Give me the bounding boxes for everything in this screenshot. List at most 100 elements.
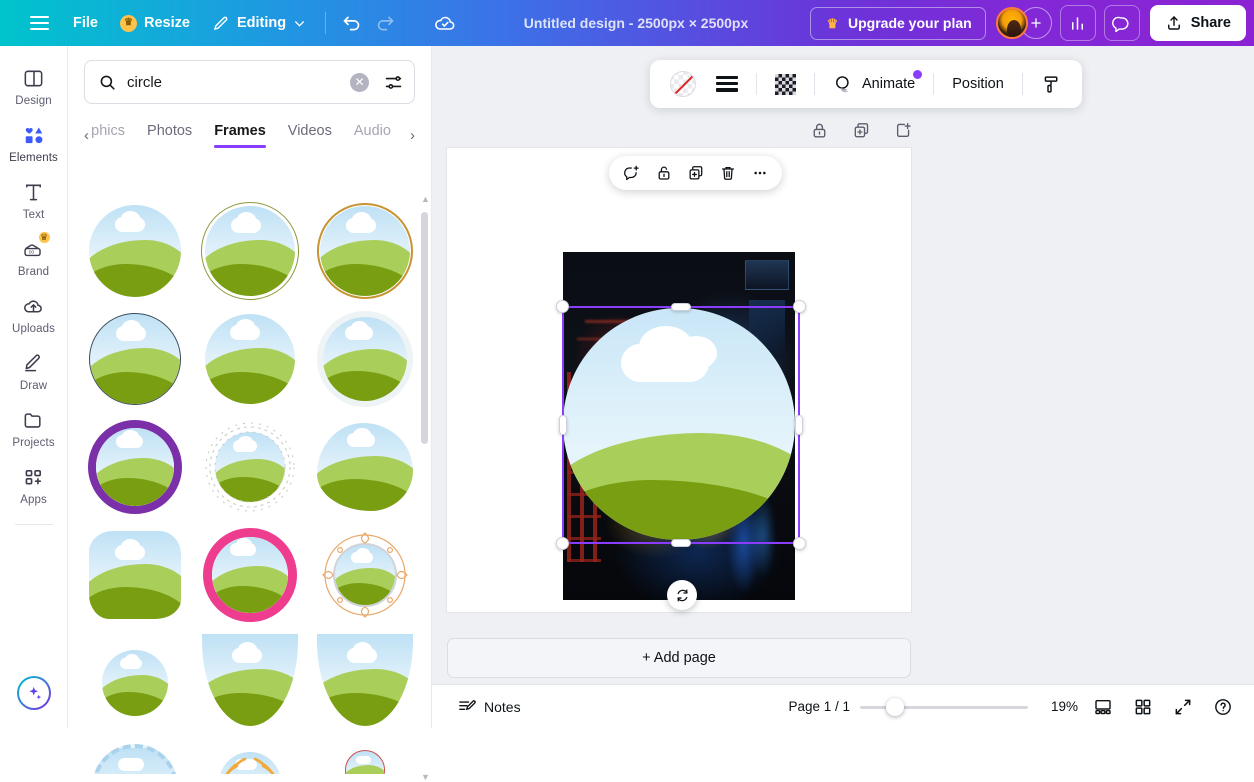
frame-result-item[interactable] (199, 204, 302, 298)
frame-result-item[interactable] (84, 312, 187, 406)
frame-result-item[interactable] (313, 744, 416, 774)
duplicate-page-button[interactable] (847, 116, 875, 144)
rotate-handle[interactable] (667, 580, 697, 610)
grid-view-icon (1133, 697, 1153, 717)
animate-badge (913, 70, 922, 79)
color-swatch-button[interactable] (662, 66, 704, 102)
zoom-slider-knob[interactable] (886, 698, 904, 716)
page-view-button[interactable] (1088, 692, 1118, 722)
editing-mode-button[interactable]: Editing (201, 7, 317, 39)
frame-result-item[interactable] (313, 528, 416, 622)
border-style-button[interactable] (708, 66, 746, 102)
chevron-down-icon (293, 17, 306, 30)
clear-x-icon[interactable]: ✕ (350, 73, 369, 92)
chevron-left-icon[interactable]: ‹ (82, 127, 91, 144)
document-title[interactable]: Untitled design - 2500px × 2500px (512, 8, 760, 38)
search-input[interactable] (127, 74, 340, 91)
frame-result-item[interactable] (199, 420, 302, 514)
tab-audio[interactable]: Audio (354, 123, 391, 148)
frame-result-item[interactable] (313, 420, 416, 514)
filter-sliders-icon[interactable] (383, 72, 404, 93)
magic-sparkle-icon (25, 684, 44, 703)
paint-roller-button[interactable] (1033, 66, 1070, 102)
cloud-save-status[interactable] (428, 6, 462, 40)
frame-result-item[interactable] (84, 636, 187, 730)
more-options-button[interactable] (746, 160, 773, 187)
tab-photos[interactable]: Photos (147, 123, 192, 148)
help-button[interactable] (1208, 692, 1238, 722)
animate-button[interactable]: Animate (825, 66, 923, 102)
svg-text:co: co (29, 249, 35, 255)
frame-result-item[interactable] (84, 420, 187, 514)
comments-button[interactable] (1104, 5, 1140, 41)
frame-result-item[interactable] (199, 312, 302, 406)
avatar[interactable] (996, 7, 1028, 39)
lock-button[interactable] (805, 116, 833, 144)
chevron-right-icon[interactable]: › (408, 127, 417, 144)
add-page-icon-button[interactable] (889, 116, 917, 144)
unlock-button[interactable] (650, 160, 677, 187)
frame-result-item[interactable] (84, 528, 187, 622)
tab-frames[interactable]: Frames (214, 123, 266, 148)
sidebar-item-brand[interactable]: co ♛ Brand (2, 227, 66, 284)
text-t-icon (21, 179, 47, 205)
top-bar: File ♛ Resize Editing Untitled design - … (0, 0, 1254, 46)
magic-studio-button[interactable] (17, 676, 51, 710)
delete-button[interactable] (714, 160, 741, 187)
comment-button[interactable] (618, 160, 645, 187)
sidebar-item-text[interactable]: Text (2, 170, 66, 227)
scrollbar-thumb[interactable] (421, 212, 428, 444)
sidebar-item-elements[interactable]: Elements (2, 113, 66, 170)
apps-grid-icon (21, 464, 47, 490)
sidebar-item-uploads[interactable]: Uploads (2, 284, 66, 341)
notes-button[interactable]: Notes (448, 691, 530, 722)
frame-result-item[interactable] (199, 744, 302, 774)
upgrade-plan-button[interactable]: ♛ Upgrade your plan (810, 7, 986, 40)
frame-result-item[interactable] (313, 204, 416, 298)
sidebar-item-projects[interactable]: Projects (2, 398, 66, 455)
search-icon (98, 73, 117, 92)
sidebar-item-apps[interactable]: Apps (2, 455, 66, 512)
frame-result-item[interactable] (84, 744, 187, 774)
file-menu-button[interactable]: File (62, 8, 109, 38)
redo-button[interactable] (368, 6, 402, 40)
transparency-button[interactable] (767, 66, 804, 102)
element-context-toolbar (609, 156, 782, 190)
duplicate-button[interactable] (682, 160, 709, 187)
toolbar-divider (933, 73, 934, 95)
frame-result-item[interactable] (84, 204, 187, 298)
tab-label: Graphics (91, 123, 125, 139)
fullscreen-button[interactable] (1168, 692, 1198, 722)
layout-icon (21, 65, 47, 91)
tab-videos[interactable]: Videos (288, 123, 332, 148)
design-page[interactable] (447, 148, 911, 612)
frame-result-item[interactable] (199, 528, 302, 622)
resize-handle-right[interactable] (795, 415, 803, 435)
sidebar-item-draw[interactable]: Draw (2, 341, 66, 398)
wreath-icon (203, 420, 297, 514)
tab-graphics[interactable]: Graphics (91, 123, 125, 148)
insights-button[interactable] (1060, 5, 1096, 41)
frame-result-item[interactable] (313, 312, 416, 406)
hamburger-icon[interactable] (16, 0, 62, 46)
sidebar-item-label: Elements (9, 152, 58, 164)
panel-scrollbar[interactable]: ▲ ▼ (421, 202, 428, 774)
frame-result-item[interactable] (313, 636, 416, 730)
position-button[interactable]: Position (944, 66, 1012, 102)
sidebar-item-design[interactable]: Design (2, 56, 66, 113)
selected-frame-element[interactable] (563, 308, 795, 540)
object-properties-toolbar: Animate Position (650, 60, 1082, 108)
zoom-slider[interactable] (860, 698, 1028, 716)
sidebar-item-label: Uploads (12, 323, 55, 335)
frame-result-item[interactable] (199, 636, 302, 730)
all-pages-button[interactable] (1128, 692, 1158, 722)
undo-button[interactable] (334, 6, 368, 40)
share-button[interactable]: Share (1150, 5, 1246, 41)
lock-icon (810, 121, 829, 140)
resize-button[interactable]: ♛ Resize (109, 8, 201, 39)
search-box[interactable]: ✕ (84, 60, 415, 104)
caret-down-icon[interactable]: ▼ (421, 772, 428, 782)
add-page-button[interactable]: + Add page (447, 638, 911, 678)
tab-label: Audio (354, 123, 391, 139)
upgrade-label: Upgrade your plan (848, 15, 972, 31)
